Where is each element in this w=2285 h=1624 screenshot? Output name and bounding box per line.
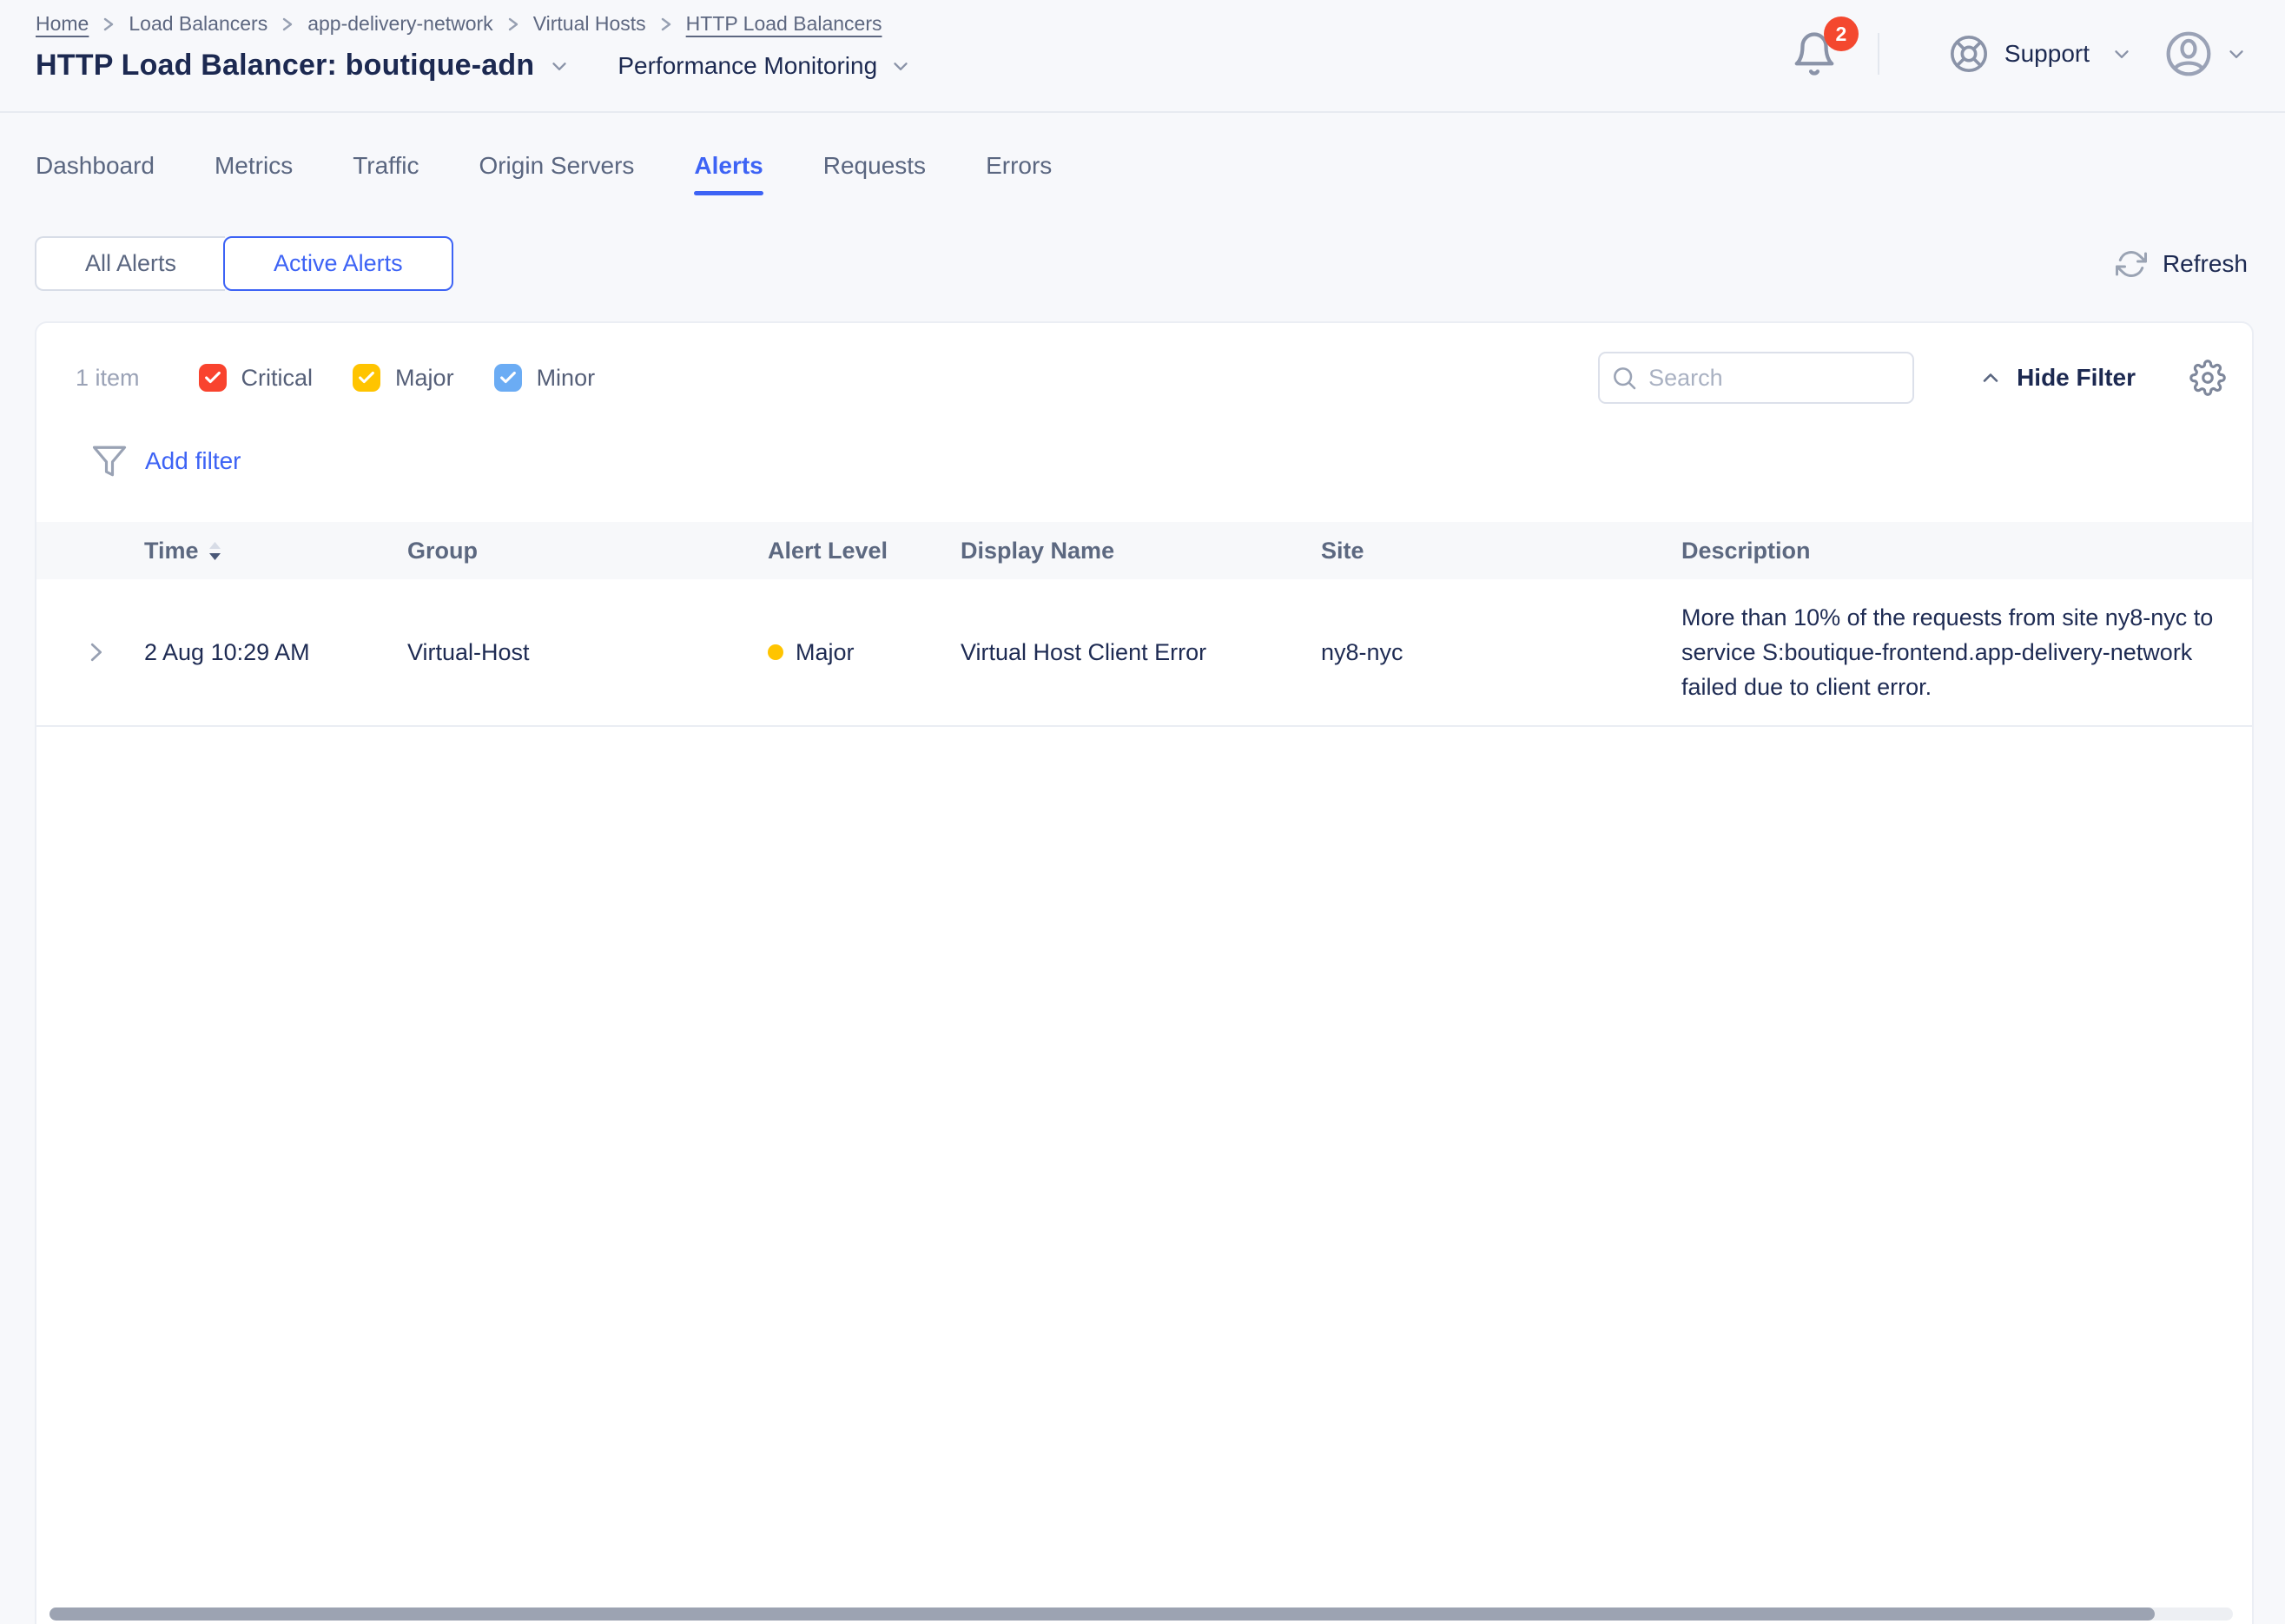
- view-selector-label: Performance Monitoring: [617, 52, 877, 80]
- item-count: 1 item: [76, 365, 140, 392]
- hide-filter-button[interactable]: Hide Filter: [1978, 364, 2136, 392]
- check-icon: [203, 368, 222, 387]
- support-label: Support: [2004, 40, 2090, 68]
- critical-label: Critical: [241, 365, 314, 392]
- user-avatar-icon: [2164, 30, 2213, 78]
- filter-bar: 1 item Critical Major Minor: [36, 352, 2252, 404]
- alerts-scope-toggle: All Alerts Active Alerts: [35, 236, 453, 291]
- funnel-icon: [91, 443, 128, 479]
- chevron-down-icon: [889, 55, 912, 77]
- column-header-description: Description: [1665, 538, 2252, 564]
- column-header-display-name: Display Name: [944, 538, 1304, 564]
- alert-table-row[interactable]: 2 Aug 10:29 AM Virtual-Host Major Virtua…: [36, 579, 2252, 727]
- column-header-site: Site: [1304, 538, 1665, 564]
- user-account-menu[interactable]: [2164, 30, 2248, 78]
- notifications-button[interactable]: 2: [1791, 30, 1838, 77]
- severity-filter-major[interactable]: Major: [353, 364, 454, 392]
- column-header-alert-level: Alert Level: [751, 538, 944, 564]
- breadcrumb: Home Load Balancers app-delivery-network…: [36, 12, 882, 36]
- check-icon: [357, 368, 376, 387]
- support-menu[interactable]: Support: [1949, 34, 2133, 74]
- check-icon: [499, 368, 518, 387]
- title-dropdown-icon[interactable]: [548, 55, 571, 77]
- column-header-group: Group: [391, 538, 751, 564]
- search-input[interactable]: [1598, 352, 1914, 404]
- breadcrumb-http-load-balancers-link[interactable]: HTTP Load Balancers: [686, 12, 882, 36]
- alerts-controls-row: All Alerts Active Alerts Refresh: [35, 236, 2248, 291]
- tab-origin-servers[interactable]: Origin Servers: [479, 130, 634, 201]
- chevron-right-icon: [659, 14, 673, 35]
- tab-traffic[interactable]: Traffic: [353, 130, 419, 201]
- tab-bar: Dashboard Metrics Traffic Origin Servers…: [0, 115, 2285, 201]
- row-description-cell: More than 10% of the requests from site …: [1665, 600, 2252, 704]
- active-alerts-button[interactable]: Active Alerts: [223, 236, 453, 291]
- horizontal-scrollbar-track[interactable]: [50, 1607, 2233, 1621]
- refresh-label: Refresh: [2163, 250, 2248, 278]
- hide-filter-label: Hide Filter: [2017, 364, 2136, 392]
- minor-checkbox[interactable]: [494, 364, 522, 392]
- chevron-down-icon: [2110, 43, 2133, 65]
- chevron-down-icon: [2225, 43, 2248, 65]
- refresh-icon: [2116, 248, 2147, 280]
- row-time-cell: 2 Aug 10:29 AM: [128, 639, 391, 666]
- column-header-time[interactable]: Time: [128, 538, 391, 564]
- tab-requests[interactable]: Requests: [823, 130, 926, 201]
- title-row: HTTP Load Balancer: boutique-adn Perform…: [36, 49, 912, 83]
- breadcrumb-virtual-hosts[interactable]: Virtual Hosts: [533, 12, 646, 36]
- chevron-right-expander-icon[interactable]: [83, 639, 109, 665]
- tab-errors[interactable]: Errors: [986, 130, 1052, 201]
- major-severity-dot-icon: [768, 644, 783, 660]
- tab-metrics[interactable]: Metrics: [215, 130, 293, 201]
- table-settings-button[interactable]: [2189, 360, 2226, 396]
- all-alerts-button[interactable]: All Alerts: [35, 236, 225, 291]
- header-actions: 2 Support: [1791, 21, 2248, 87]
- add-filter-row: Add filter: [36, 442, 2252, 480]
- alerts-panel: 1 item Critical Major Minor: [35, 321, 2254, 1624]
- alert-level-value: Major: [796, 639, 855, 666]
- header-divider: [1878, 33, 1879, 75]
- table-header-row: Time Group Alert Level Display Name Site…: [36, 522, 2252, 579]
- chevron-right-icon: [506, 14, 520, 35]
- gear-icon: [2189, 360, 2226, 396]
- severity-filter-minor[interactable]: Minor: [494, 364, 596, 392]
- add-filter-button[interactable]: Add filter: [145, 447, 241, 475]
- row-expander-cell: [36, 639, 128, 665]
- top-header: Home Load Balancers app-delivery-network…: [0, 0, 2285, 113]
- time-header-label: Time: [144, 538, 199, 564]
- row-group-cell: Virtual-Host: [391, 639, 751, 666]
- horizontal-scrollbar-thumb[interactable]: [50, 1607, 2155, 1621]
- sort-icon[interactable]: [209, 542, 221, 560]
- life-buoy-icon: [1949, 34, 1989, 74]
- chevron-up-icon: [1978, 366, 2003, 390]
- page-title: HTTP Load Balancer: boutique-adn: [36, 49, 534, 83]
- chevron-right-icon: [102, 14, 116, 35]
- alerts-table: Time Group Alert Level Display Name Site…: [36, 522, 2252, 727]
- tab-alerts[interactable]: Alerts: [694, 130, 763, 201]
- major-label: Major: [395, 365, 454, 392]
- row-display-name-cell: Virtual Host Client Error: [944, 639, 1304, 666]
- breadcrumb-home-link[interactable]: Home: [36, 12, 89, 36]
- tab-dashboard[interactable]: Dashboard: [36, 130, 155, 201]
- search-box: [1598, 352, 1914, 404]
- notification-badge: 2: [1824, 17, 1859, 51]
- minor-label: Minor: [537, 365, 596, 392]
- chevron-right-icon: [281, 14, 294, 35]
- major-checkbox[interactable]: [353, 364, 380, 392]
- row-site-cell: ny8-nyc: [1304, 639, 1665, 666]
- critical-checkbox[interactable]: [199, 364, 227, 392]
- breadcrumb-namespace[interactable]: app-delivery-network: [307, 12, 492, 36]
- row-alert-level-cell: Major: [751, 639, 944, 666]
- severity-filter-critical[interactable]: Critical: [199, 364, 314, 392]
- search-icon: [1610, 364, 1638, 392]
- refresh-button[interactable]: Refresh: [2116, 248, 2248, 280]
- breadcrumb-load-balancers[interactable]: Load Balancers: [129, 12, 267, 36]
- view-selector-dropdown[interactable]: Performance Monitoring: [617, 52, 912, 80]
